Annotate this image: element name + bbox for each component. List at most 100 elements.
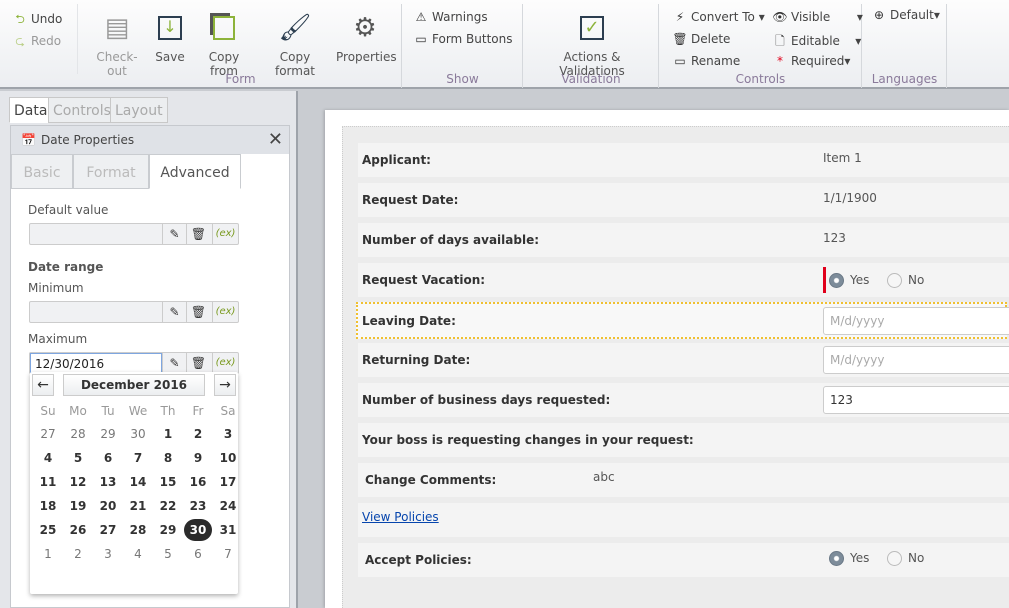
view-policies-link[interactable]: View Policies	[362, 510, 439, 524]
days-available-label: Number of days available:	[362, 233, 539, 247]
tab-controls[interactable]: Controls	[48, 97, 116, 123]
calendar-day[interactable]: 18	[34, 495, 62, 517]
calendar-day[interactable]: 30	[124, 423, 152, 445]
calendar-day[interactable]: 14	[124, 471, 152, 493]
business-days-input[interactable]: 123	[823, 386, 1009, 414]
rename-icon: ▭	[674, 54, 686, 68]
returning-date-row: Returning Date: M/d/yyyy	[358, 343, 1009, 377]
next-month-button[interactable]: →	[214, 374, 236, 396]
subtab-advanced[interactable]: Advanced	[149, 154, 241, 189]
actions-validations-button[interactable]: ✓ Actions & Validations	[532, 10, 652, 78]
delete-button[interactable]: 🗑 Delete	[672, 32, 730, 46]
copy-from-button[interactable]: Copy from	[194, 10, 254, 78]
calendar-day[interactable]: 15	[154, 471, 182, 493]
returning-date-input[interactable]: M/d/yyyy	[823, 346, 1009, 374]
convert-to-button[interactable]: ⚡ Convert To ▾	[672, 10, 765, 24]
form-buttons-button[interactable]: ▭ Form Buttons	[413, 32, 512, 46]
calendar-day[interactable]: 2	[64, 543, 92, 565]
rename-button[interactable]: ▭ Rename	[672, 54, 740, 68]
leaving-date-input[interactable]: M/d/yyyy	[823, 307, 1009, 335]
eye-icon: 👁	[772, 10, 788, 24]
accept-no-label: No	[908, 551, 925, 565]
calendar-day[interactable]: 6	[94, 447, 122, 469]
calendar-day[interactable]: 29	[94, 423, 122, 445]
calendar-day[interactable]: 12	[64, 471, 92, 493]
calendar-day[interactable]: 20	[94, 495, 122, 517]
subtab-format[interactable]: Format	[73, 154, 149, 189]
calendar-day[interactable]: 24	[214, 495, 242, 517]
close-icon[interactable]: ✕	[268, 126, 283, 154]
pencil-icon[interactable]: ✎	[162, 224, 186, 244]
accept-no-radio[interactable]: No	[887, 551, 924, 566]
vacation-yes-radio[interactable]: Yes	[829, 273, 869, 288]
calendar-day[interactable]: 22	[154, 495, 182, 517]
calendar-day[interactable]: 17	[214, 471, 242, 493]
calendar-day[interactable]: 28	[124, 519, 152, 541]
subtab-basic[interactable]: Basic	[11, 154, 73, 189]
business-days-label: Number of business days requested:	[362, 393, 611, 407]
copy-format-button[interactable]: 🖌 Copy format	[260, 10, 330, 78]
calendar-day[interactable]: 25	[34, 519, 62, 541]
calendar-day[interactable]: 5	[154, 543, 182, 565]
calendar-day[interactable]: 7	[214, 543, 242, 565]
calendar-day[interactable]: 23	[184, 495, 212, 517]
expression-button[interactable]: (ex)	[212, 224, 238, 244]
vacation-no-radio[interactable]: No	[887, 273, 924, 288]
default-value-input[interactable]	[30, 224, 162, 244]
calendar-day[interactable]: 2	[184, 423, 212, 445]
calendar-day[interactable]: 28	[64, 423, 92, 445]
undo-button[interactable]: ⮌ Undo	[12, 10, 62, 31]
calendar-day[interactable]: 27	[34, 423, 62, 445]
calendar-day[interactable]: 4	[34, 447, 62, 469]
trash-icon[interactable]: 🗑	[186, 224, 210, 244]
month-title[interactable]: December 2016	[63, 374, 205, 396]
calendar-day[interactable]: 19	[64, 495, 92, 517]
calendar-day[interactable]: 3	[94, 543, 122, 565]
expression-button[interactable]: (ex)	[212, 302, 238, 322]
properties-button[interactable]: ⚙ Properties	[336, 10, 397, 64]
tab-layout[interactable]: Layout	[110, 97, 168, 123]
prev-month-button[interactable]: ←	[32, 374, 54, 396]
calendar-day[interactable]: 26	[64, 519, 92, 541]
pencil-icon[interactable]: ✎	[162, 302, 186, 322]
trash-icon[interactable]: 🗑	[186, 353, 210, 373]
calendar-day[interactable]: 8	[154, 447, 182, 469]
redo-button[interactable]: ⮎ Redo	[12, 32, 61, 53]
minimum-input[interactable]	[30, 302, 162, 322]
expression-button[interactable]: (ex)	[212, 353, 238, 373]
editable-dropdown[interactable]: 🗋 Editable ▾	[772, 32, 861, 53]
required-dropdown[interactable]: * Required▾	[772, 54, 850, 68]
checkout-button[interactable]: ▤ Check-out	[88, 10, 146, 78]
calendar-day[interactable]: 27	[94, 519, 122, 541]
calendar-day[interactable]: 1	[34, 543, 62, 565]
calendar-day[interactable]: 30	[184, 519, 212, 541]
calendar-day[interactable]: 1	[154, 423, 182, 445]
weekday-header: Th	[160, 404, 176, 418]
calendar-day[interactable]: 13	[94, 471, 122, 493]
calendar-day[interactable]: 31	[214, 519, 242, 541]
save-icon: ↓	[154, 10, 186, 46]
calendar-day[interactable]: 6	[184, 543, 212, 565]
calendar-day[interactable]: 9	[184, 447, 212, 469]
edit-page-icon: 🗋	[775, 34, 785, 48]
warnings-button[interactable]: ⚠ Warnings	[413, 10, 488, 24]
pencil-icon[interactable]: ✎	[162, 353, 186, 373]
warnings-label: Warnings	[432, 10, 488, 24]
calendar-day[interactable]: 21	[124, 495, 152, 517]
calendar-day[interactable]: 5	[64, 447, 92, 469]
calendar-day[interactable]: 4	[124, 543, 152, 565]
calendar-day[interactable]: 29	[154, 519, 182, 541]
request-vacation-label: Request Vacation:	[362, 273, 486, 287]
maximum-input[interactable]: 12/30/2016	[30, 353, 162, 373]
calendar-day[interactable]: 11	[34, 471, 62, 493]
calendar-day[interactable]: 16	[184, 471, 212, 493]
save-button[interactable]: ↓ Save	[154, 10, 186, 64]
calendar-day[interactable]: 3	[214, 423, 242, 445]
accept-yes-radio[interactable]: Yes	[829, 551, 869, 566]
visible-dropdown[interactable]: 👁 Visible ▾	[772, 10, 863, 24]
language-dropdown[interactable]: ⊕ Default▾	[871, 8, 940, 22]
calendar-day[interactable]: 10	[214, 447, 242, 469]
calendar-day[interactable]: 7	[124, 447, 152, 469]
tab-data[interactable]: Data	[9, 97, 53, 123]
trash-icon[interactable]: 🗑	[186, 302, 210, 322]
